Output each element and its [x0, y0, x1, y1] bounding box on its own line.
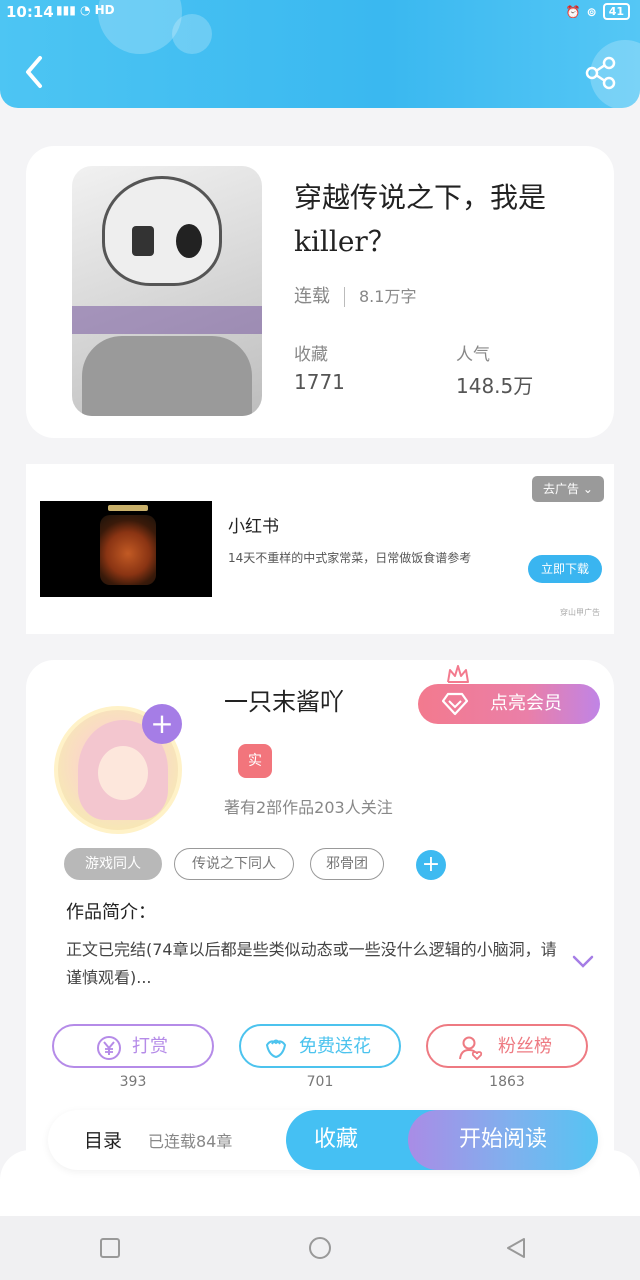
stat-popularity-value: 148.5万 [456, 374, 534, 398]
tag-chip[interactable]: 传说之下同人 [174, 848, 294, 880]
status-right: ⏰ ⊚ 41 [566, 3, 630, 20]
cover-art-detail [176, 224, 202, 258]
verified-badge: 实 [238, 744, 272, 778]
ad-brand: 小红书 [228, 517, 279, 537]
intro-text[interactable]: 正文已完结(74章以后都是些类似动态或一些没什么逻辑的小脑洞，请谨慎观看)... [66, 936, 566, 992]
stat-popularity-label: 人气 [456, 345, 490, 365]
back-nav-icon[interactable] [504, 1236, 528, 1260]
back-icon[interactable] [20, 52, 50, 92]
cover-art-detail [82, 336, 252, 416]
book-status-line: 连载 8.1万字 [294, 282, 416, 308]
chevron-down-icon: ⌄ [582, 482, 593, 496]
tag-chip[interactable]: 游戏同人 [64, 848, 162, 880]
ad-description: 14天不重样的中式家常菜，日常做饭食谱参考 [228, 551, 472, 565]
chapter-count[interactable]: 已连载84章 [148, 1128, 232, 1152]
book-title: 穿越传说之下，我是killer？ [294, 181, 547, 258]
diamond-icon [442, 692, 468, 716]
table-of-contents-button[interactable]: 目录 [84, 1126, 122, 1153]
ad-image[interactable] [40, 501, 212, 597]
lock-icon: ⊚ [586, 4, 597, 19]
follow-plus-icon[interactable]: + [142, 704, 182, 744]
cover-art-detail [132, 226, 154, 256]
tag-chip[interactable]: 邪骨团 [310, 848, 384, 880]
vip-button-label: 点亮会员 [490, 693, 562, 714]
remove-ad-label: 去广告 [543, 482, 580, 496]
crown-icon [447, 665, 469, 683]
vip-button[interactable]: 点亮会员 [418, 684, 600, 724]
tip-button[interactable]: 打赏 [52, 1024, 214, 1068]
battery-icon: 41 [602, 3, 630, 20]
word-count: 8.1万字 [359, 287, 417, 306]
book-cover[interactable] [72, 166, 262, 416]
remove-ad-button[interactable]: 去广告 ⌄ [532, 476, 604, 502]
signal-icon: ▮▮▮ ◔ HD [56, 3, 115, 17]
flower-count: 701 [306, 1074, 334, 1090]
bottom-action-bar: 目录 已连载84章 收藏 开始阅读 [48, 1110, 598, 1170]
stat-favorites-value: 1771 [294, 370, 345, 394]
tip-label: 打赏 [132, 1036, 168, 1057]
food-image [100, 515, 156, 585]
send-flower-label: 免费送花 [299, 1036, 371, 1057]
home-icon[interactable] [308, 1236, 332, 1260]
add-tag-icon[interactable]: + [416, 850, 446, 880]
intro-title: 作品简介： [66, 902, 156, 923]
flower-icon [265, 1039, 287, 1059]
author-meta: 著有2部作品203人关注 [224, 798, 393, 817]
avatar-art [98, 746, 148, 800]
send-flower-button[interactable]: 免费送花 [239, 1024, 401, 1068]
status-time: 10:14 [6, 3, 54, 21]
yen-icon [97, 1036, 121, 1060]
divider [344, 287, 345, 307]
header: 10:14 ▮▮▮ ◔ HD ⏰ ⊚ 41 [0, 0, 640, 108]
share-icon[interactable] [584, 56, 618, 90]
alarm-icon: ⏰ [565, 4, 581, 19]
ad-banner[interactable]: 去广告 ⌄ 小红书 14天不重样的中式家常菜，日常做饭食谱参考 立即下载 穿山甲… [26, 464, 614, 634]
book-info-card: 穿越传说之下，我是killer？ 连载 8.1万字 收藏 1771 人气 148.… [26, 146, 614, 438]
fan-ranking-label: 粉丝榜 [498, 1036, 552, 1057]
status-bar: 10:14 ▮▮▮ ◔ HD ⏰ ⊚ 41 [6, 3, 630, 25]
stat-favorites-label: 收藏 [294, 345, 328, 365]
cover-art [102, 176, 222, 286]
author-name: 一只末酱吖 [224, 688, 344, 716]
tip-count: 393 [119, 1074, 147, 1090]
ad-image-caption [108, 505, 148, 511]
serial-status: 连载 [294, 286, 330, 307]
fan-ranking-icon [459, 1036, 483, 1061]
ad-source: 穿山甲广告 [560, 608, 600, 617]
start-reading-button[interactable]: 开始阅读 [408, 1110, 598, 1170]
expand-chevron-icon[interactable] [572, 954, 594, 970]
system-nav-bar [0, 1216, 640, 1280]
fan-ranking-button[interactable]: 粉丝榜 [426, 1024, 588, 1068]
cover-art-detail [72, 306, 262, 334]
fan-ranking-count: 1863 [489, 1074, 525, 1090]
download-button[interactable]: 立即下载 [528, 555, 602, 583]
recent-apps-icon[interactable] [98, 1236, 122, 1260]
